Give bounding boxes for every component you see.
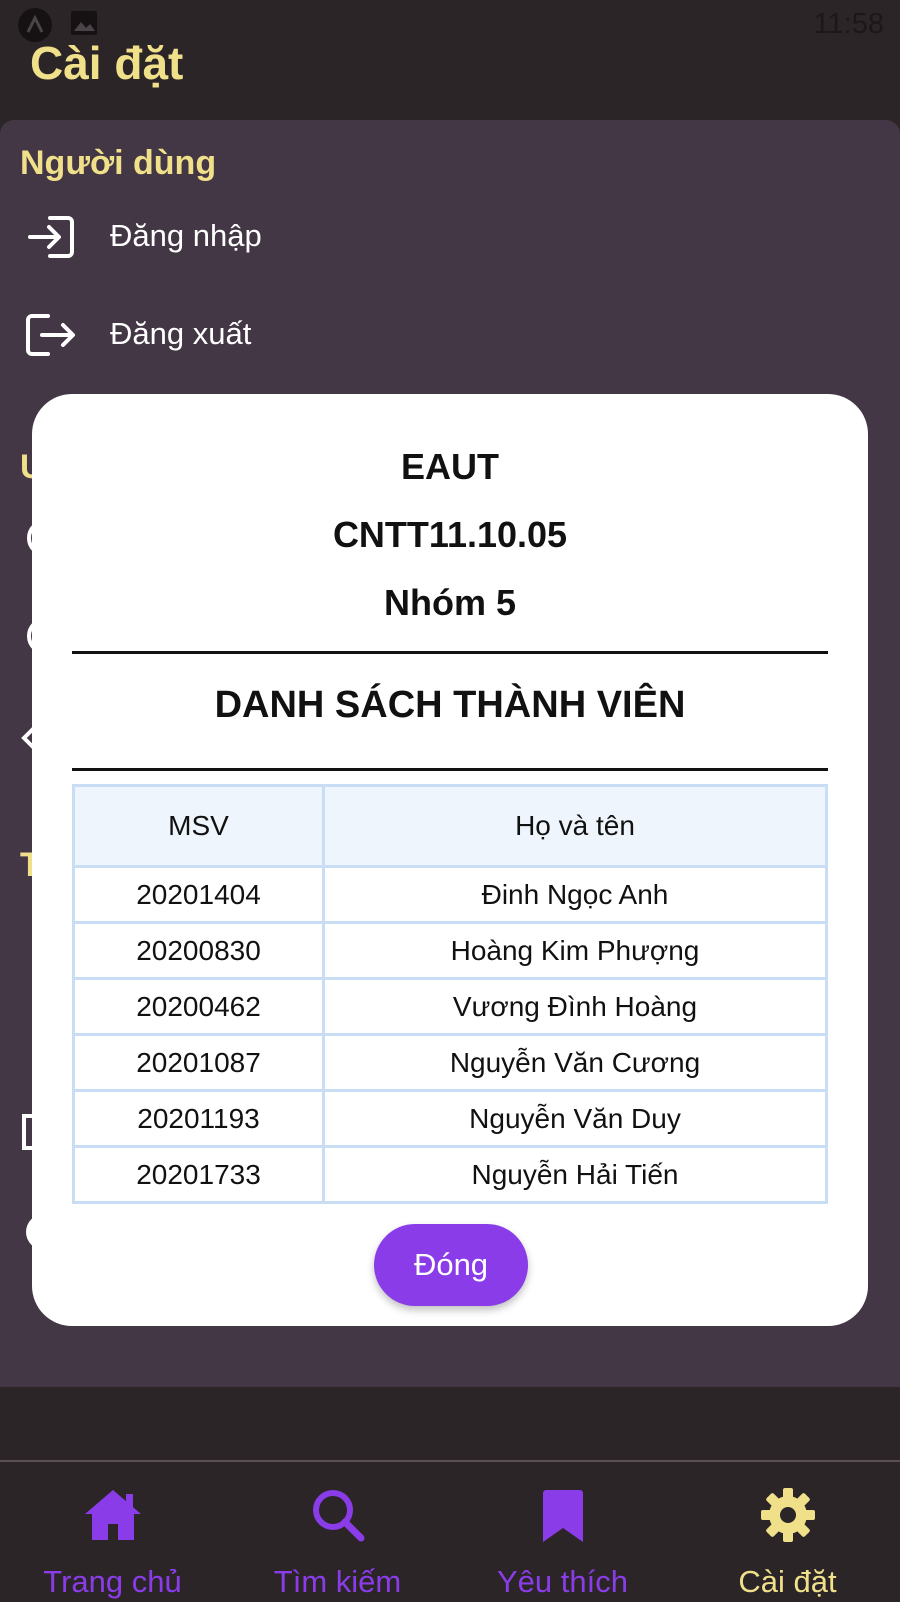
- login-icon: [28, 216, 74, 258]
- dialog-group: Nhóm 5: [383, 582, 516, 623]
- dialog-class: CNTT11.10.05: [332, 514, 568, 555]
- column-header-msv: MSV: [72, 784, 325, 868]
- cell-msv: 20201404: [72, 865, 325, 924]
- nav-item-home[interactable]: Trang chủ: [0, 1462, 225, 1602]
- image-notification-icon: [70, 10, 98, 36]
- bookmark-icon: [543, 1490, 583, 1542]
- dialog-heading: DANH SÁCH THÀNH VIÊN: [214, 684, 686, 726]
- page-title: Cài đặt: [30, 37, 184, 89]
- divider: [72, 651, 828, 654]
- nav-label-home: Trang chủ: [43, 1564, 182, 1599]
- close-button[interactable]: Đóng: [374, 1224, 528, 1306]
- bottom-nav: Trang chủ Tìm kiếm Yêu thích Cài đặt: [0, 1460, 900, 1602]
- dialog-school: EAUT: [401, 446, 499, 487]
- cell-msv: 20201193: [72, 1089, 325, 1148]
- logout-icon: [26, 314, 75, 356]
- logout-label: Đăng xuất: [110, 316, 252, 351]
- cell-name: Hoàng Kim Phượng: [322, 921, 828, 980]
- cell-msv: 20200830: [72, 921, 325, 980]
- table-row: 20201404 Đinh Ngọc Anh: [72, 865, 828, 924]
- user-section-title: Người dùng: [20, 144, 217, 182]
- home-icon: [85, 1490, 141, 1540]
- cell-name: Nguyễn Hải Tiến: [322, 1145, 828, 1204]
- divider: [72, 768, 828, 771]
- nav-label-settings: Cài đặt: [738, 1564, 837, 1599]
- logout-row[interactable]: Đăng xuất: [0, 290, 900, 380]
- table-row: 20200830 Hoàng Kim Phượng: [72, 921, 828, 980]
- search-icon: [313, 1490, 365, 1542]
- cell-name: Nguyễn Văn Cương: [322, 1033, 828, 1092]
- table-header-row: MSV Họ và tên: [72, 784, 828, 868]
- nav-item-favorites[interactable]: Yêu thích: [450, 1462, 675, 1602]
- login-row[interactable]: Đăng nhập: [0, 192, 900, 282]
- cell-msv: 20201733: [72, 1145, 325, 1204]
- cell-msv: 20200462: [72, 977, 325, 1036]
- cell-name: Đinh Ngọc Anh: [322, 865, 828, 924]
- nav-item-search[interactable]: Tìm kiếm: [225, 1462, 450, 1602]
- nav-label-search: Tìm kiếm: [273, 1564, 402, 1599]
- cell-name: Nguyễn Văn Duy: [322, 1089, 828, 1148]
- gear-icon: [761, 1488, 815, 1542]
- table-row: 20200462 Vương Đình Hoàng: [72, 977, 828, 1036]
- nav-label-favorites: Yêu thích: [497, 1564, 628, 1599]
- table-row: 20201193 Nguyễn Văn Duy: [72, 1089, 828, 1148]
- status-time: 11:58: [813, 8, 884, 40]
- table-row: 20201087 Nguyễn Văn Cương: [72, 1033, 828, 1092]
- members-table: MSV Họ và tên 20201404 Đinh Ngọc Anh 202…: [72, 784, 828, 1204]
- login-label: Đăng nhập: [110, 218, 262, 253]
- cell-name: Vương Đình Hoàng: [322, 977, 828, 1036]
- column-header-name: Họ và tên: [322, 784, 828, 868]
- members-dialog: EAUT CNTT11.10.05 Nhóm 5 DANH SÁCH THÀNH…: [32, 394, 868, 1326]
- cell-msv: 20201087: [72, 1033, 325, 1092]
- nav-item-settings[interactable]: Cài đặt: [675, 1462, 900, 1602]
- table-row: 20201733 Nguyễn Hải Tiến: [72, 1145, 828, 1204]
